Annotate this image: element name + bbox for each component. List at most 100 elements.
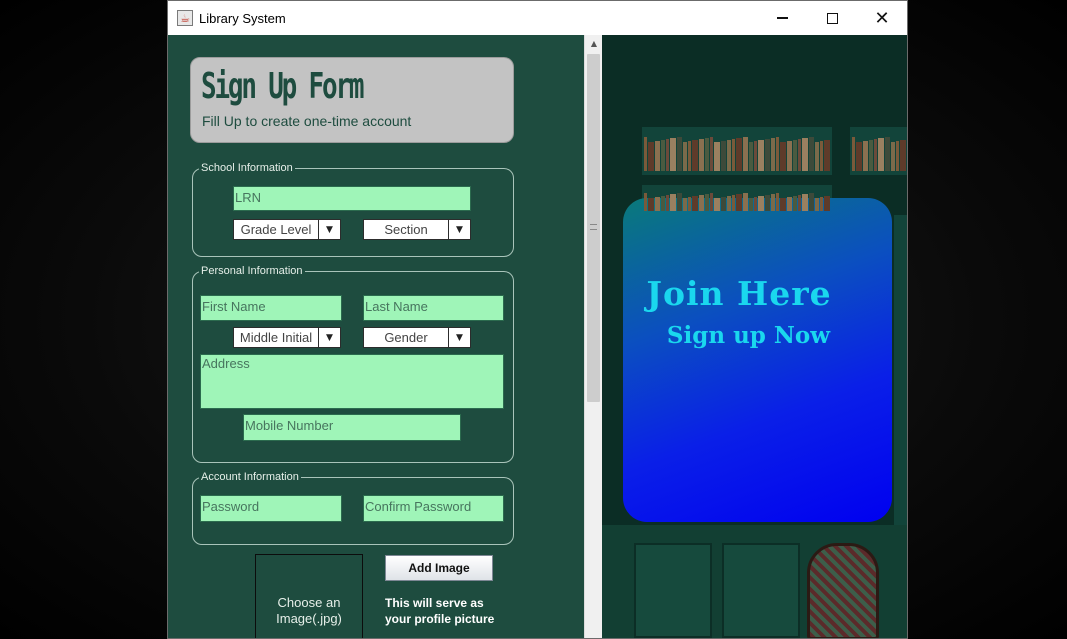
profile-image-box[interactable]: Choose an Image(.jpg) — [255, 554, 363, 638]
book-spine — [648, 198, 654, 211]
book-spine — [710, 137, 713, 171]
section-value: Section — [384, 222, 428, 237]
book-spine — [692, 140, 698, 171]
add-image-button[interactable]: Add Image — [385, 555, 493, 581]
lrn-field[interactable]: LRN — [233, 186, 471, 211]
form-scrollbar[interactable]: ▲ — [584, 35, 603, 638]
book-spine — [732, 195, 735, 211]
book-spine — [666, 139, 669, 171]
book-spine — [787, 141, 792, 171]
join-title: Join Here — [646, 274, 832, 313]
grade-level-select[interactable]: Grade Level ▼ — [233, 219, 341, 240]
chevron-down-icon: ▼ — [448, 328, 470, 347]
chevron-down-icon: ▼ — [318, 328, 340, 347]
book-spine — [705, 138, 709, 171]
join-subtitle: Sign up Now — [666, 322, 831, 349]
book-spine — [758, 140, 764, 171]
shelf-right-column — [894, 215, 907, 525]
signup-form-pane: Sign Up Form Fill Up to create one-time … — [168, 35, 584, 638]
first-name-field[interactable]: First Name — [200, 295, 342, 321]
book-spine — [727, 196, 731, 211]
book-spine — [798, 139, 801, 171]
book-spine — [714, 198, 720, 211]
book-spine — [802, 138, 808, 171]
book-spine — [644, 137, 647, 171]
java-cup-icon: ☕ — [177, 10, 193, 26]
book-spine — [721, 141, 726, 171]
confirm-password-field[interactable]: Confirm Password — [363, 495, 504, 522]
book-spine — [820, 141, 823, 171]
book-spine — [776, 193, 779, 211]
book-spine — [896, 141, 899, 171]
title-bar[interactable]: ☕ Library System ✕ — [168, 1, 907, 35]
book-spine — [666, 195, 669, 211]
book-spine — [765, 195, 770, 211]
last-name-field[interactable]: Last Name — [363, 295, 504, 321]
book-spine — [900, 140, 906, 171]
book-spine — [780, 198, 786, 211]
join-promo-card[interactable]: Join Here Sign up Now — [623, 198, 892, 522]
close-icon[interactable]: ✕ — [857, 1, 907, 35]
scroll-thumb[interactable] — [587, 54, 600, 402]
book-spine — [758, 196, 764, 211]
book-spine — [699, 195, 704, 211]
book-spine — [820, 197, 823, 211]
book-spine — [670, 194, 676, 211]
profile-picture-note: This will serve as your profile picture — [385, 596, 495, 626]
book-spine — [688, 141, 691, 171]
section-select[interactable]: Section ▼ — [363, 219, 471, 240]
book-spine — [655, 197, 660, 211]
book-spine — [754, 141, 757, 171]
middle-initial-value: Middle Initial — [239, 330, 313, 345]
book-spine — [809, 193, 814, 211]
book-spine — [878, 138, 884, 171]
book-spine — [743, 193, 748, 211]
library-system-window: ☕ Library System ✕ Sign Up Form Fill Up … — [167, 0, 908, 639]
book-spine — [677, 137, 682, 171]
book-spine — [863, 141, 868, 171]
book-spine — [699, 139, 704, 171]
book-spine — [776, 137, 779, 171]
book-spine — [644, 193, 647, 211]
cabinet-door — [634, 543, 712, 638]
book-spine — [692, 196, 698, 211]
book-spine — [736, 138, 742, 171]
book-spine — [798, 195, 801, 211]
book-spine — [824, 140, 830, 171]
book-spine — [688, 197, 691, 211]
book-spine — [732, 139, 735, 171]
book-spine — [727, 140, 731, 171]
book-spine — [683, 142, 687, 171]
chevron-down-icon: ▼ — [448, 220, 470, 239]
book-spine — [705, 194, 709, 211]
form-header-card: Sign Up Form Fill Up to create one-time … — [190, 57, 514, 143]
book-spine — [869, 140, 873, 171]
book-spine — [714, 142, 720, 171]
mobile-number-field[interactable]: Mobile Number — [243, 414, 461, 441]
book-spine — [743, 137, 748, 171]
book-spine — [648, 142, 654, 171]
book-spine — [874, 139, 877, 171]
address-field[interactable]: Address — [200, 354, 504, 409]
book-spine — [661, 196, 665, 211]
book-spine — [856, 142, 862, 171]
armchair — [807, 543, 879, 638]
book-spine — [885, 137, 890, 171]
gender-select[interactable]: Gender ▼ — [363, 327, 471, 348]
gender-value: Gender — [384, 330, 428, 345]
book-spine — [710, 193, 713, 211]
book-spine — [771, 138, 775, 171]
cabinet-door — [722, 543, 800, 638]
middle-initial-select[interactable]: Middle Initial ▼ — [233, 327, 341, 348]
maximize-icon[interactable] — [807, 1, 857, 35]
password-field[interactable]: Password — [200, 495, 342, 522]
grade-level-value: Grade Level — [240, 222, 312, 237]
minimize-icon[interactable] — [757, 1, 807, 35]
book-spine — [655, 141, 660, 171]
book-spine — [815, 142, 819, 171]
library-background-image: Join Here Sign up Now — [602, 35, 907, 638]
scroll-up-arrow-icon[interactable]: ▲ — [585, 35, 603, 52]
book-spine — [793, 140, 797, 171]
school-information-legend: School Information — [201, 162, 293, 174]
account-information-legend: Account Information — [201, 471, 299, 483]
